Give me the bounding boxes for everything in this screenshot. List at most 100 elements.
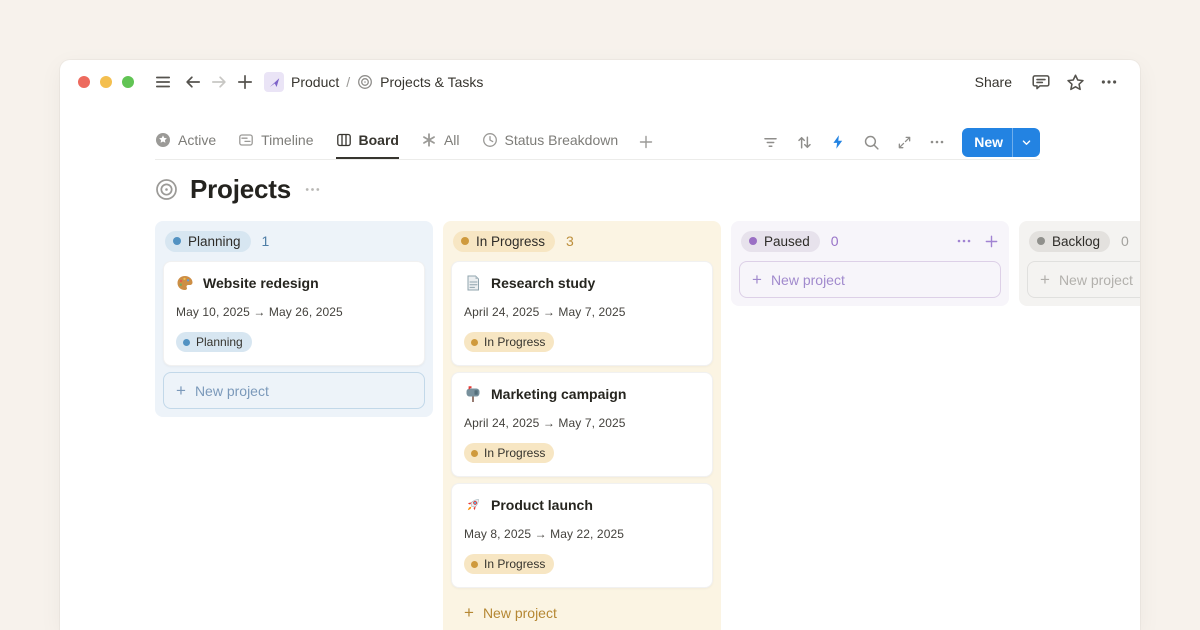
add-view-icon[interactable] [638,125,654,159]
automation-bolt-icon[interactable] [830,134,846,150]
status-label: In Progress [476,234,545,249]
share-button[interactable]: Share [967,70,1020,94]
column-count: 0 [831,233,839,249]
sort-icon[interactable] [796,134,813,151]
card-status-tag: Planning [176,332,252,352]
card-date-range: May 8, 2025 → May 22, 2025 [464,527,700,541]
card-status-tag: In Progress [464,443,554,463]
new-button[interactable]: New [962,128,1040,157]
palette-icon [176,274,194,292]
breadcrumb-workspace[interactable]: Product [291,74,339,90]
more-options-icon[interactable] [1096,69,1122,95]
tab-timeline[interactable]: Timeline [238,125,313,159]
column-header: Planning 1 [163,228,425,254]
tab-active[interactable]: Active [155,125,216,159]
new-project-button[interactable]: + New project [1027,261,1140,298]
mailbox-icon [464,385,482,403]
clock-icon [482,132,498,148]
status-label: Backlog [1052,234,1100,249]
breadcrumb-page[interactable]: Projects & Tasks [380,74,483,90]
rocket-icon [464,496,482,514]
new-project-button[interactable]: + New project [739,261,1001,298]
status-pill[interactable]: Planning [165,231,251,252]
card-status-tag: In Progress [464,332,554,352]
card-product-launch[interactable]: Product launch May 8, 2025 → May 22, 202… [451,483,713,588]
target-icon [155,178,178,201]
column-header: In Progress 3 [451,228,713,254]
view-toolbar: New [762,125,1040,159]
breadcrumb-separator: / [346,74,350,90]
card-title: Research study [491,275,595,291]
zoom-window-button[interactable] [122,76,134,88]
status-label: Planning [188,234,241,249]
breadcrumb: Product / Projects & Tasks [258,72,483,92]
status-dot [471,339,478,346]
column-planning: Planning 1 Website redesign May 10, 2025… [155,221,433,417]
column-count: 0 [1121,233,1129,249]
card-date-range: April 24, 2025 → May 7, 2025 [464,416,700,430]
card-website-redesign[interactable]: Website redesign May 10, 2025 → May 26, … [163,261,425,366]
page-target-icon [357,74,373,90]
card-status-tag: In Progress [464,554,554,574]
card-title: Marketing campaign [491,386,626,402]
tab-label: Status Breakdown [505,132,619,148]
star-circle-icon [155,132,171,148]
status-pill[interactable]: In Progress [453,231,555,252]
tab-status-breakdown[interactable]: Status Breakdown [482,125,619,159]
forward-icon[interactable] [206,69,232,95]
tab-all[interactable]: All [421,125,460,159]
status-dot [749,237,757,245]
card-title: Product launch [491,497,593,513]
expand-icon[interactable] [897,135,912,150]
column-header: Backlog 0 [1027,228,1140,254]
status-pill[interactable]: Paused [741,231,820,252]
kanban-board: Planning 1 Website redesign May 10, 2025… [155,221,1140,630]
sidebar-menu-icon[interactable] [150,69,176,95]
column-count: 3 [566,233,574,249]
tab-label: Timeline [261,132,313,148]
comments-icon[interactable] [1028,69,1054,95]
workspace-icon[interactable] [264,72,284,92]
new-project-button[interactable]: + New project [451,594,713,630]
column-more-icon[interactable] [956,233,972,249]
app-window: Product / Projects & Tasks Share [60,60,1140,630]
page-header: Projects [155,174,1040,205]
desktop-background: Product / Projects & Tasks Share [0,0,1200,630]
minimize-window-button[interactable] [100,76,112,88]
view-tabs: Active Timeline Board [155,125,618,159]
card-marketing-campaign[interactable]: Marketing campaign April 24, 2025 → May … [451,372,713,477]
close-window-button[interactable] [78,76,90,88]
status-dot [183,339,190,346]
chevron-down-icon[interactable] [1013,137,1040,148]
status-label: Paused [764,234,810,249]
title-more-icon[interactable] [304,181,321,198]
card-research-study[interactable]: Research study April 24, 2025 → May 7, 2… [451,261,713,366]
plus-icon: + [1040,271,1050,288]
view-tab-bar: Active Timeline Board [155,125,1040,160]
new-project-button[interactable]: + New project [163,372,425,409]
status-dot [471,561,478,568]
card-date-range: May 10, 2025 → May 26, 2025 [176,305,412,319]
column-count: 1 [262,233,270,249]
back-icon[interactable] [180,69,206,95]
board-icon [336,132,352,148]
bookmark-tabs-icon [464,274,482,292]
card-date-range: April 24, 2025 → May 7, 2025 [464,305,700,319]
column-backlog: Backlog 0 + New project [1019,221,1140,306]
column-add-icon[interactable] [984,234,999,249]
plus-icon: + [176,382,186,399]
column-header: Paused 0 [739,228,1001,254]
favorite-star-icon[interactable] [1062,69,1088,95]
status-dot [461,237,469,245]
window-controls [78,76,134,88]
search-icon[interactable] [863,134,880,151]
timeline-icon [238,132,254,148]
view-more-icon[interactable] [929,134,945,150]
tab-board[interactable]: Board [336,125,399,159]
filter-icon[interactable] [762,134,779,151]
status-pill[interactable]: Backlog [1029,231,1110,252]
new-tab-icon[interactable] [232,69,258,95]
page-title: Projects [190,174,291,205]
window-topbar: Product / Projects & Tasks Share [60,60,1140,104]
status-dot [173,237,181,245]
